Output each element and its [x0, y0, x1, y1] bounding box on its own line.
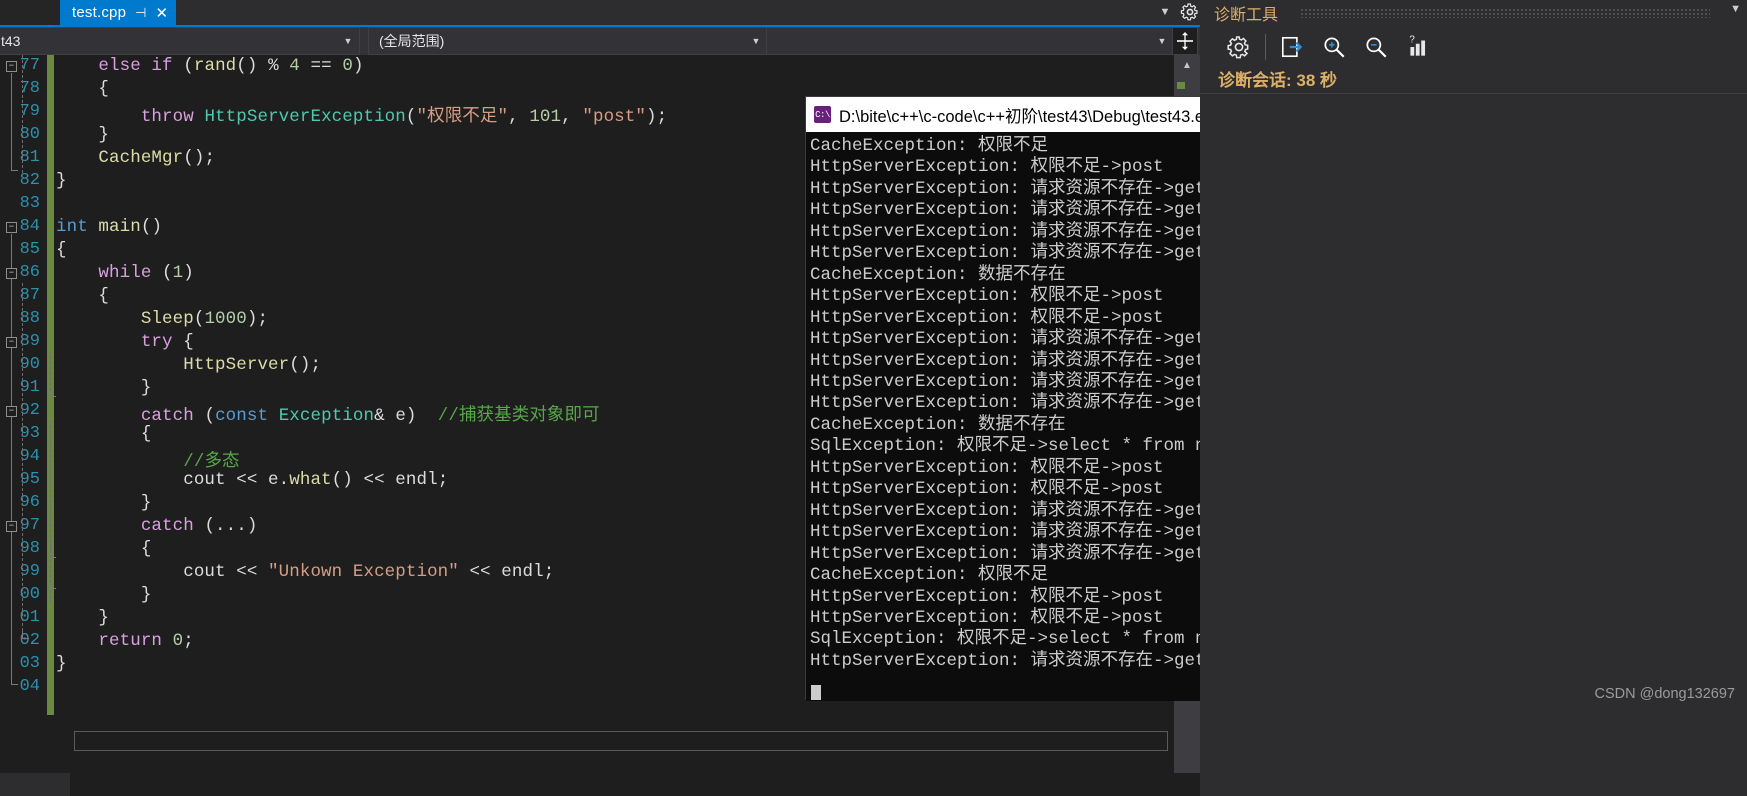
- collapse-toggle-line84[interactable]: −: [6, 222, 17, 233]
- collapse-toggle-line89[interactable]: −: [6, 337, 17, 348]
- code-line-90: HttpServer();: [183, 355, 322, 375]
- chevron-down-icon[interactable]: ▼: [1730, 3, 1741, 15]
- line-number: 87: [19, 286, 40, 305]
- code-line-91: }: [56, 378, 152, 398]
- pin-icon[interactable]: ⊣: [135, 5, 146, 21]
- code-line-86: while (1): [98, 263, 194, 283]
- line-number: 83: [19, 194, 40, 213]
- code-line-89: try {: [140, 332, 194, 352]
- diagnostics-title: 诊断工具: [1214, 6, 1279, 24]
- line-number: 78: [19, 79, 40, 98]
- diagnostics-divider: [1200, 93, 1747, 94]
- code-line-95: cout << e.what() << endl;: [56, 470, 449, 490]
- collapse-toggle-line77[interactable]: −: [6, 61, 17, 72]
- scroll-up-arrow-icon[interactable]: ▲: [1174, 57, 1200, 75]
- code-line-93: {: [56, 424, 152, 444]
- bottom-tool-tab[interactable]: [0, 773, 70, 796]
- settings-gear-icon[interactable]: [1218, 30, 1260, 64]
- zoom-in-icon[interactable]: [1313, 30, 1355, 64]
- visual-studio-window: test.cpp ⊣ ✕ ▼ t43 ▼ (全局范围) ▼ ▼ 77 78 79…: [0, 0, 1747, 796]
- code-line-101: }: [56, 608, 110, 628]
- line-number: 98: [19, 539, 40, 558]
- console-cursor: [811, 685, 821, 700]
- line-number: 88: [19, 309, 40, 328]
- split-view-icon[interactable]: [1172, 27, 1198, 55]
- namespace-scope-value: (全局范围): [379, 33, 445, 49]
- line-number: 91: [19, 378, 40, 397]
- code-line-98: {: [56, 539, 152, 559]
- tab-test-cpp[interactable]: test.cpp ⊣ ✕: [60, 0, 177, 25]
- console-title-text: D:\bite\c++\c-code\c++初阶\test43\Debug\te…: [839, 107, 1222, 126]
- line-number: 94: [19, 447, 40, 466]
- gear-icon[interactable]: [1180, 2, 1200, 22]
- close-icon[interactable]: ✕: [155, 4, 168, 22]
- code-line-88: Sleep(1000);: [140, 309, 269, 329]
- diagnostic-tools-panel: 诊断工具 ▼ ? 诊断会话: 38 秒: [1200, 0, 1747, 796]
- member-scope-dropdown[interactable]: ▼: [766, 27, 1174, 55]
- code-line-87: {: [56, 286, 110, 306]
- line-number: 04: [19, 677, 40, 696]
- code-line-77: else if (rand() % 4 == 0): [98, 56, 364, 76]
- line-number: 80: [19, 125, 40, 144]
- code-line-85: {: [56, 240, 67, 260]
- project-scope-value: t43: [1, 33, 21, 49]
- code-line-100: }: [56, 585, 152, 605]
- code-line-82: }: [56, 171, 67, 191]
- code-line-81: CacheMgr();: [98, 148, 216, 168]
- toolbar-separator: [1265, 34, 1266, 60]
- line-number: 85: [19, 240, 40, 259]
- line-number: 81: [19, 148, 40, 167]
- line-number: 99: [19, 562, 40, 581]
- code-line-97: catch (...): [140, 516, 258, 536]
- code-line-96: }: [56, 493, 152, 513]
- zoom-out-icon[interactable]: [1355, 30, 1397, 64]
- editor-tab-strip: test.cpp ⊣ ✕: [0, 0, 1200, 25]
- line-number: 90: [19, 355, 40, 374]
- code-line-80: }: [56, 125, 110, 145]
- watermark: CSDN @dong132697: [1594, 686, 1735, 702]
- tab-label: test.cpp: [72, 4, 127, 21]
- cmd-console-icon: C:\: [814, 106, 831, 123]
- line-number: 03: [19, 654, 40, 673]
- line-number: 96: [19, 493, 40, 512]
- line-number: 82: [19, 171, 40, 190]
- chevron-down-icon[interactable]: ▼: [1151, 36, 1173, 46]
- line-number: 01: [19, 608, 40, 627]
- line-number: 79: [19, 102, 40, 121]
- code-line-94: //多态: [183, 452, 240, 472]
- line-number: 02: [19, 631, 40, 650]
- collapse-toggle-line97[interactable]: −: [6, 521, 17, 532]
- line-number: 93: [19, 424, 40, 443]
- chevron-down-icon[interactable]: ▼: [1155, 3, 1175, 21]
- namespace-scope-dropdown[interactable]: (全局范围) ▼: [368, 27, 768, 55]
- code-line-103: }: [56, 654, 67, 674]
- show-all-graphs-icon[interactable]: ?: [1397, 30, 1439, 64]
- bottom-bar: [0, 773, 1200, 796]
- line-number: 00: [19, 585, 40, 604]
- diagnostic-session-label: 诊断会话: 38 秒: [1218, 71, 1338, 90]
- code-line-102: return 0;: [98, 631, 194, 651]
- project-scope-dropdown[interactable]: t43 ▼: [0, 27, 360, 55]
- chevron-down-icon[interactable]: ▼: [745, 36, 767, 46]
- export-icon[interactable]: [1271, 30, 1313, 64]
- editor-navigation-bar: t43 ▼ (全局范围) ▼ ▼: [0, 27, 1200, 55]
- code-line-92: catch (const Exception& e) //捕获基类对象即可: [140, 406, 600, 426]
- code-line-99: cout << "Unkown Exception" << endl;: [56, 562, 555, 582]
- code-line-84: int main(): [56, 217, 163, 237]
- collapse-toggle-line92[interactable]: −: [6, 406, 17, 417]
- drag-handle-dots[interactable]: [1300, 8, 1710, 18]
- collapse-toggle-line86[interactable]: −: [6, 268, 17, 279]
- chevron-down-icon[interactable]: ▼: [337, 36, 359, 46]
- line-number: 95: [19, 470, 40, 489]
- current-line-highlight: [74, 731, 1168, 751]
- tab-strip-left-edge: [0, 0, 60, 25]
- code-line-79: throw HttpServerException("权限不足", 101, "…: [140, 107, 668, 127]
- svg-text:?: ?: [1409, 35, 1415, 46]
- code-line-78: {: [56, 79, 110, 99]
- scrollbar-change-marker: [1177, 82, 1185, 89]
- diagnostics-toolbar: ?: [1200, 27, 1747, 67]
